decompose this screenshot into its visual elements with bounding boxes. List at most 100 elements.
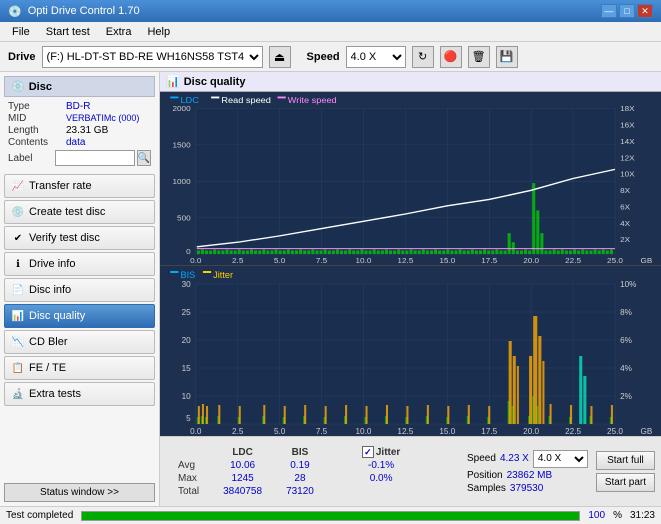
- sidebar-item-disc-info[interactable]: 📄 Disc info: [4, 278, 155, 302]
- sidebar: 💿 Disc Type BD-R MID VERBATIMc (000) Len…: [0, 72, 160, 506]
- minimize-button[interactable]: —: [601, 4, 617, 18]
- svg-text:10X: 10X: [620, 170, 635, 178]
- sidebar-item-fe-te[interactable]: 📋 FE / TE: [4, 356, 155, 380]
- refresh-button[interactable]: ↻: [412, 46, 434, 68]
- title-bar: 💿 Opti Drive Control 1.70 — □ ✕: [0, 0, 661, 22]
- charts-area: LDC Read speed Write speed: [160, 92, 661, 436]
- burn-button[interactable]: 🔴: [440, 46, 462, 68]
- action-buttons: Start full Start part: [596, 451, 655, 492]
- drive-select[interactable]: (F:) HL-DT-ST BD-RE WH16NS58 TST4: [42, 46, 263, 68]
- svg-text:8%: 8%: [620, 308, 632, 317]
- svg-text:2X: 2X: [620, 236, 630, 244]
- disc-contents-row: Contents data: [8, 137, 151, 148]
- stats-total-row: Total 3840758 73120: [166, 485, 412, 498]
- speed-info: Speed 4.23 X 4.0 X Position 23862 MB Sam…: [467, 450, 588, 494]
- close-button[interactable]: ✕: [637, 4, 653, 18]
- main-layout: 💿 Disc Type BD-R MID VERBATIMc (000) Len…: [0, 72, 661, 506]
- svg-text:GB: GB: [641, 257, 653, 265]
- bottom-chart-svg: BIS Jitter: [160, 266, 661, 436]
- speed-info-row: Speed 4.23 X 4.0 X: [467, 450, 588, 468]
- start-full-button[interactable]: Start full: [596, 451, 655, 470]
- status-window-button[interactable]: Status window >>: [4, 483, 155, 502]
- verify-test-disc-icon: ✔: [11, 231, 25, 245]
- title-bar-left: 💿 Opti Drive Control 1.70: [8, 5, 140, 18]
- drive-info-icon: ℹ: [11, 257, 25, 271]
- menu-bar: File Start test Extra Help: [0, 22, 661, 42]
- svg-text:6%: 6%: [620, 336, 632, 345]
- sidebar-item-cd-bler[interactable]: 📉 CD Bler: [4, 330, 155, 354]
- svg-text:6X: 6X: [620, 203, 630, 211]
- svg-text:0: 0: [186, 247, 191, 255]
- svg-text:Jitter: Jitter: [213, 270, 233, 280]
- svg-text:4%: 4%: [620, 364, 632, 373]
- svg-text:1000: 1000: [172, 177, 190, 185]
- sidebar-item-transfer-rate[interactable]: 📈 Transfer rate: [4, 174, 155, 198]
- save-button[interactable]: 💾: [496, 46, 518, 68]
- disc-info-grid: Type BD-R MID VERBATIMc (000) Length 23.…: [4, 99, 155, 168]
- svg-text:Write speed: Write speed: [288, 95, 337, 104]
- svg-text:12X: 12X: [620, 154, 635, 162]
- sidebar-item-drive-info[interactable]: ℹ Drive info: [4, 252, 155, 276]
- svg-text:10.0: 10.0: [356, 427, 372, 436]
- position-row: Position 23862 MB: [467, 470, 588, 481]
- svg-text:LDC: LDC: [180, 95, 198, 104]
- speed-label: Speed: [307, 51, 340, 63]
- eject-button[interactable]: ⏏: [269, 46, 291, 68]
- svg-text:17.5: 17.5: [481, 257, 497, 265]
- bottom-chart: BIS Jitter: [160, 266, 661, 436]
- disc-mid-row: MID VERBATIMc (000): [8, 113, 151, 124]
- svg-text:7.5: 7.5: [316, 427, 328, 436]
- menu-help[interactable]: Help: [139, 24, 178, 40]
- sidebar-item-verify-test-disc[interactable]: ✔ Verify test disc: [4, 226, 155, 250]
- sidebar-item-create-test-disc[interactable]: 💿 Create test disc: [4, 200, 155, 224]
- svg-text:10: 10: [182, 392, 192, 401]
- label-input[interactable]: [55, 150, 135, 166]
- fe-te-icon: 📋: [11, 361, 25, 375]
- svg-text:15: 15: [182, 364, 192, 373]
- svg-text:20.0: 20.0: [523, 427, 539, 436]
- svg-text:2.5: 2.5: [232, 427, 244, 436]
- disc-length-row: Length 23.31 GB: [8, 125, 151, 136]
- svg-text:18X: 18X: [620, 105, 635, 113]
- sidebar-item-disc-quality[interactable]: 📊 Disc quality: [4, 304, 155, 328]
- menu-file[interactable]: File: [4, 24, 38, 40]
- progress-percent: 100: [588, 510, 605, 521]
- disc-icon: 💿: [11, 80, 25, 93]
- svg-text:0.0: 0.0: [190, 427, 202, 436]
- svg-text:2.5: 2.5: [232, 257, 243, 265]
- progress-bar-fill: [82, 512, 579, 520]
- speed-select[interactable]: 4.0 X 1.0 X 2.0 X 6.0 X 8.0 X: [346, 46, 406, 68]
- svg-text:5.0: 5.0: [274, 257, 285, 265]
- menu-extra[interactable]: Extra: [98, 24, 140, 40]
- bis-header: BIS: [274, 445, 326, 459]
- sidebar-item-extra-tests[interactable]: 🔬 Extra tests: [4, 382, 155, 406]
- progress-bar-container: [81, 511, 580, 521]
- maximize-button[interactable]: □: [619, 4, 635, 18]
- speed-test-select[interactable]: 4.0 X: [533, 450, 588, 468]
- svg-text:22.5: 22.5: [565, 257, 581, 265]
- transfer-rate-icon: 📈: [11, 179, 25, 193]
- svg-text:5.0: 5.0: [274, 427, 286, 436]
- jitter-header: ✓ Jitter: [350, 445, 412, 459]
- status-text: Test completed: [6, 510, 73, 521]
- svg-text:2000: 2000: [172, 105, 190, 113]
- start-part-button[interactable]: Start part: [596, 473, 655, 492]
- title-bar-controls: — □ ✕: [601, 4, 653, 18]
- svg-text:15.0: 15.0: [439, 257, 455, 265]
- svg-text:4X: 4X: [620, 219, 630, 227]
- svg-text:17.5: 17.5: [481, 427, 497, 436]
- svg-text:25: 25: [182, 308, 192, 317]
- svg-text:10.0: 10.0: [356, 257, 372, 265]
- disc-quality-title: Disc quality: [184, 76, 246, 88]
- disc-quality-header: 📊 Disc quality: [160, 72, 661, 92]
- label-search-button[interactable]: 🔍: [137, 150, 151, 166]
- top-chart: LDC Read speed Write speed: [160, 92, 661, 266]
- svg-text:0.0: 0.0: [190, 257, 201, 265]
- extra-tests-icon: 🔬: [11, 387, 25, 401]
- samples-row: Samples 379530: [467, 483, 588, 494]
- create-test-disc-icon: 💿: [11, 205, 25, 219]
- erase-button[interactable]: 🗑: [468, 46, 490, 68]
- menu-start-test[interactable]: Start test: [38, 24, 98, 40]
- drive-bar: Drive (F:) HL-DT-ST BD-RE WH16NS58 TST4 …: [0, 42, 661, 72]
- svg-text:2%: 2%: [620, 392, 632, 401]
